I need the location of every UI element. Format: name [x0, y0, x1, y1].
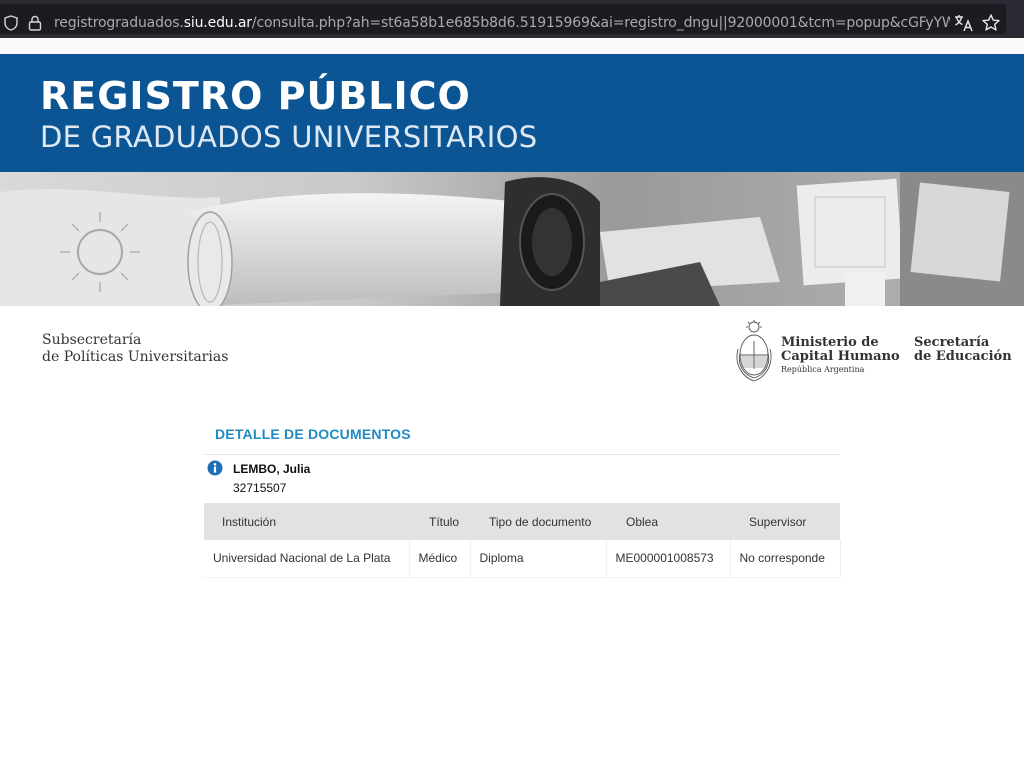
page-top-band	[0, 38, 1024, 54]
secretaria-line2: de Educación	[914, 349, 1012, 364]
cell-institucion: Universidad Nacional de La Plata	[204, 540, 409, 578]
bookmark-star-icon[interactable]	[981, 13, 1001, 33]
url-host: siu.edu.ar	[183, 15, 252, 31]
cell-titulo: Médico	[408, 540, 470, 578]
documents-table: Institución Título Tipo de documento Obl…	[204, 503, 841, 578]
subsecretaria-line1: Subsecretaría	[42, 332, 142, 348]
ministerio-line3: República Argentina	[781, 365, 865, 374]
address-bar[interactable]: registrograduados.siu.edu.ar/consulta.ph…	[0, 4, 1006, 34]
detalle-title: DETALLE DE DOCUMENTOS	[215, 426, 411, 442]
url-text[interactable]: registrograduados.siu.edu.ar/consulta.ph…	[54, 15, 950, 31]
col-header-institucion: Institución	[204, 503, 409, 540]
cell-supervisor: No corresponde	[729, 540, 841, 578]
col-header-titulo: Título	[409, 503, 470, 540]
lock-icon[interactable]	[28, 15, 42, 31]
site-header: REGISTRO PÚBLICO DE GRADUADOS UNIVERSITA…	[0, 54, 1024, 172]
table-header-row: Institución Título Tipo de documento Obl…	[204, 503, 840, 540]
col-header-supervisor: Supervisor	[730, 503, 840, 540]
site-subtitle: DE GRADUADOS UNIVERSITARIOS	[40, 120, 538, 154]
subsecretaria-line2: de Políticas Universitarias	[42, 349, 229, 365]
toolbar-edge	[1006, 0, 1024, 38]
secretaria-line1: Secretaría	[914, 335, 990, 350]
detalle-divider	[204, 454, 840, 455]
cell-tipo-documento: Diploma	[469, 540, 606, 578]
translate-icon[interactable]	[954, 14, 974, 32]
site-title: REGISTRO PÚBLICO	[40, 74, 471, 118]
ministerio-line1: Ministerio de	[781, 335, 879, 350]
secretaria-logo: Secretaría de Educación	[914, 336, 1012, 364]
ministerio-logo: Ministerio de Capital Humano República A…	[781, 336, 900, 376]
escudo-argentina-icon	[736, 320, 772, 382]
col-header-tipo-documento: Tipo de documento	[470, 503, 606, 540]
info-icon	[207, 460, 223, 476]
person-name: LEMBO, Julia	[233, 462, 311, 476]
url-prefix: registrograduados.	[54, 15, 184, 31]
table-row: Universidad Nacional de La Plata Médico …	[204, 540, 841, 578]
shield-icon[interactable]	[4, 15, 18, 31]
cell-oblea: ME000001008573	[605, 540, 730, 578]
person-document-number: 32715507	[233, 481, 287, 495]
ministerio-line2: Capital Humano	[781, 349, 900, 364]
browser-toolbar: registrograduados.siu.edu.ar/consulta.ph…	[0, 0, 1024, 38]
subsecretaria-logo: Subsecretaría de Políticas Universitaria…	[42, 332, 228, 366]
banner-image	[0, 172, 1024, 306]
col-header-oblea: Oblea	[606, 503, 730, 540]
url-path: /consulta.php?ah=st6a58b1e685b8d6.519159…	[251, 15, 950, 31]
